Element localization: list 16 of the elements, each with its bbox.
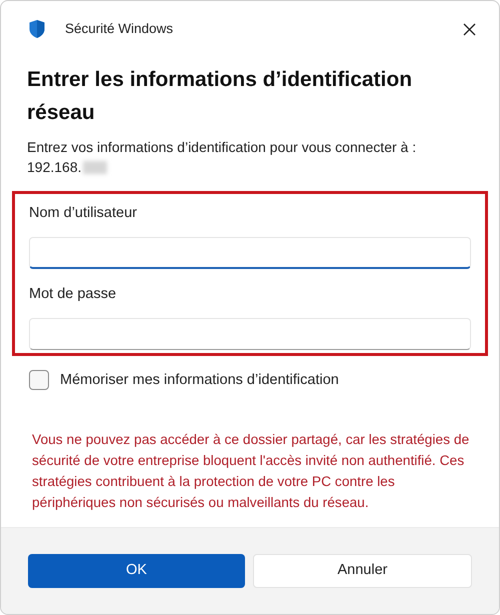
- input-field[interactable]: [29, 236, 471, 269]
- description-text: Entrez vos informations d’identification pour vous connecter à :: [27, 138, 418, 157]
- redaction-blur: [82, 160, 106, 174]
- checkbox[interactable]: [29, 370, 49, 390]
- checkbox-label: Mémoriser mes informations d’identification: [60, 370, 339, 390]
- close-icon: [462, 22, 476, 36]
- dialog-heading: Entrer les informations d’identification réseau: [27, 67, 414, 126]
- shield-icon: [28, 19, 46, 39]
- field-label: Nom d’utilisateur: [29, 204, 138, 223]
- error-message: Vous ne pouvez pas accéder à ce dossier partagé, car les stratégies de sécurité de votre entreprise bloquent l'accès invité non authentifié. Ces stratégies contribuent à la protection de votre PC contre les périphériques non sécurisés ou malveillants du réseau.: [31, 431, 470, 512]
- address-text: 192.168.: [27, 158, 82, 177]
- ok-button[interactable]: OK: [28, 554, 245, 588]
- window-title: Sécurité Windows: [65, 20, 174, 38]
- cancel-button[interactable]: Annuler: [253, 554, 472, 588]
- field-label: Mot de passe: [29, 284, 118, 304]
- input-field[interactable]: [29, 318, 471, 350]
